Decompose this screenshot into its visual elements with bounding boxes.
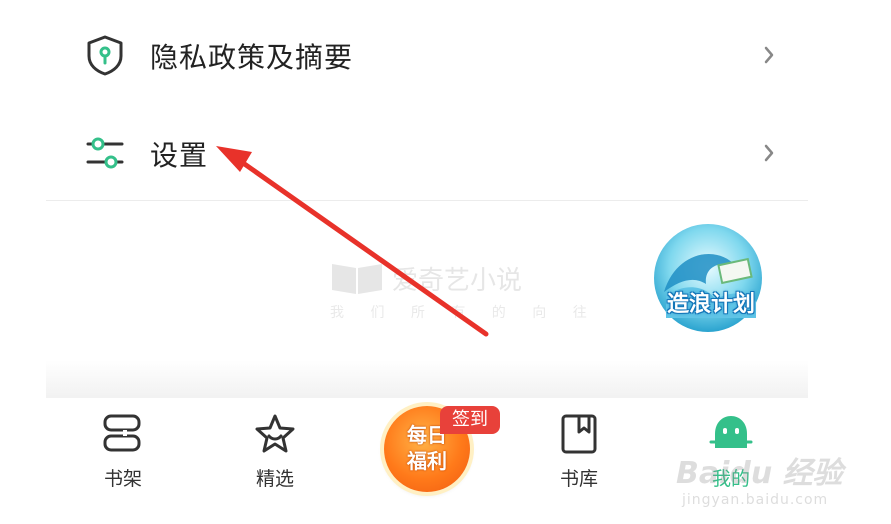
- watermark-title: 爱奇艺小说: [392, 266, 523, 296]
- daily-bonus-line2: 福利: [407, 449, 447, 473]
- tab-bookshelf[interactable]: 书架: [68, 398, 178, 524]
- star-icon: [253, 412, 297, 456]
- watermark-slogan: 我 们 所 有 的 向 往: [330, 305, 598, 321]
- chevron-right-icon: [760, 46, 778, 64]
- wave-badge-icon: [654, 224, 762, 332]
- menu-item-privacy[interactable]: 隐私政策及摘要: [0, 6, 891, 104]
- tab-featured-label: 精选: [255, 468, 294, 490]
- checkin-badge: 签到: [440, 406, 500, 434]
- baidu-watermark-url: jingyan.baidu.com: [682, 492, 829, 508]
- menu-item-settings[interactable]: 设置: [0, 104, 891, 202]
- bookshelf-icon: [101, 412, 145, 456]
- tab-library[interactable]: 书库: [524, 398, 634, 524]
- chevron-right-icon: [760, 144, 778, 162]
- book-logo-icon: [332, 264, 382, 294]
- tab-bookshelf-label: 书架: [103, 468, 142, 490]
- brand-watermark: 爱奇艺小说 我 们 所 有 的 向 往: [330, 256, 587, 326]
- tabbar-shadow: [46, 360, 808, 400]
- library-icon: [557, 412, 601, 456]
- baidu-watermark-text: Baidu 经验: [676, 456, 843, 491]
- tab-library-label: 书库: [559, 468, 598, 490]
- menu-item-settings-label: 设置: [150, 139, 209, 172]
- shield-icon: [84, 34, 126, 76]
- sliders-icon: [84, 132, 126, 174]
- baidu-watermark: Baidu 经验 jingyan.baidu.com: [676, 440, 886, 520]
- promo-badge[interactable]: 造浪计划: [646, 222, 776, 342]
- divider: [46, 200, 808, 201]
- menu-item-privacy-label: 隐私政策及摘要: [150, 41, 354, 74]
- tab-featured[interactable]: 精选: [220, 398, 330, 524]
- promo-label: 造浪计划: [666, 292, 755, 317]
